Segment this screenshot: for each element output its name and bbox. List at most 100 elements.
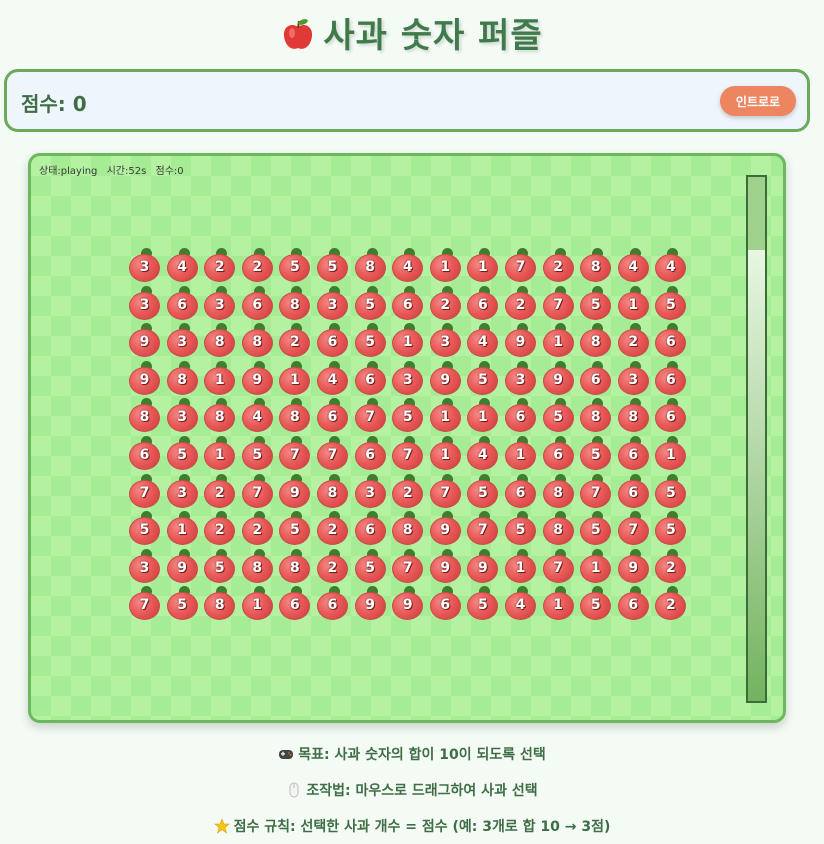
apple-cell[interactable]: 6 (655, 323, 687, 358)
apple-cell[interactable]: 7 (505, 248, 537, 282)
apple-cell[interactable]: 6 (655, 360, 687, 395)
apple-cell[interactable]: 3 (505, 360, 537, 395)
apple-cell[interactable]: 9 (505, 323, 537, 358)
apple-cell[interactable]: 1 (467, 248, 499, 282)
apple-cell[interactable]: 5 (655, 285, 687, 320)
apple-cell[interactable]: 6 (241, 285, 274, 320)
apple-cell[interactable]: 6 (505, 398, 537, 433)
apple-cell[interactable]: 2 (429, 285, 462, 320)
apple-cell[interactable]: 6 (354, 360, 387, 395)
apple-cell[interactable]: 6 (279, 586, 311, 621)
apple-cell[interactable]: 2 (655, 548, 687, 583)
apple-cell[interactable]: 2 (542, 248, 575, 282)
apple-cell[interactable]: 8 (542, 473, 575, 508)
apple-cell[interactable]: 8 (204, 398, 236, 433)
apple-cell[interactable]: 1 (429, 398, 462, 433)
apple-cell[interactable]: 1 (166, 511, 199, 546)
apple-cell[interactable]: 2 (241, 248, 274, 282)
apple-cell[interactable]: 2 (317, 511, 349, 546)
apple-cell[interactable]: 6 (317, 586, 349, 621)
apple-cell[interactable]: 3 (129, 548, 161, 583)
apple-cell[interactable]: 9 (279, 473, 311, 508)
apple-cell[interactable]: 9 (166, 548, 199, 583)
apple-cell[interactable]: 8 (354, 248, 387, 282)
apple-cell[interactable]: 1 (580, 548, 612, 583)
apple-cell[interactable]: 3 (429, 323, 462, 358)
apple-cell[interactable]: 1 (542, 586, 575, 621)
apple-cell[interactable]: 8 (204, 323, 236, 358)
apple-cell[interactable]: 4 (166, 248, 199, 282)
apple-cell[interactable]: 1 (204, 360, 236, 395)
apple-cell[interactable]: 9 (542, 360, 575, 395)
apple-cell[interactable]: 1 (617, 285, 650, 320)
apple-cell[interactable]: 6 (317, 398, 349, 433)
apple-cell[interactable]: 8 (317, 473, 349, 508)
apple-cell[interactable]: 2 (505, 285, 537, 320)
apple-cell[interactable]: 6 (166, 285, 199, 320)
apple-cell[interactable]: 8 (129, 398, 161, 433)
apple-cell[interactable]: 3 (317, 285, 349, 320)
apple-cell[interactable]: 7 (542, 285, 575, 320)
apple-cell[interactable]: 5 (354, 548, 387, 583)
apple-cell[interactable]: 8 (580, 248, 612, 282)
apple-cell[interactable]: 8 (542, 511, 575, 546)
apple-cell[interactable]: 2 (204, 473, 236, 508)
apple-cell[interactable]: 1 (429, 436, 462, 470)
apple-cell[interactable]: 5 (467, 473, 499, 508)
apple-cell[interactable]: 6 (354, 511, 387, 546)
apple-cell[interactable]: 4 (317, 360, 349, 395)
apple-cell[interactable]: 5 (655, 473, 687, 508)
apple-cell[interactable]: 9 (429, 548, 462, 583)
apple-cell[interactable]: 9 (467, 548, 499, 583)
apple-cell[interactable]: 7 (467, 511, 499, 546)
apple-cell[interactable]: 6 (617, 586, 650, 621)
apple-cell[interactable]: 8 (580, 398, 612, 433)
apple-cell[interactable]: 1 (392, 323, 424, 358)
game-board[interactable]: 상태:playing 시간:52s 점수:0 3 4 2 2 5 5 8 4 1 1 7 2 8 4 4 3 6… (28, 153, 786, 723)
apple-cell[interactable]: 6 (354, 436, 387, 470)
apple-cell[interactable]: 6 (617, 436, 650, 470)
apple-cell[interactable]: 2 (279, 323, 311, 358)
apple-cell[interactable]: 7 (279, 436, 311, 470)
apple-cell[interactable]: 6 (542, 436, 575, 470)
apple-cell[interactable]: 7 (317, 436, 349, 470)
apple-cell[interactable]: 8 (279, 398, 311, 433)
apple-cell[interactable]: 4 (392, 248, 424, 282)
apple-cell[interactable]: 2 (655, 586, 687, 621)
apple-cell[interactable]: 5 (129, 511, 161, 546)
apple-cell[interactable]: 1 (241, 586, 274, 621)
apple-cell[interactable]: 6 (617, 473, 650, 508)
apple-cell[interactable]: 9 (129, 323, 161, 358)
apple-cell[interactable]: 1 (279, 360, 311, 395)
apple-cell[interactable]: 2 (617, 323, 650, 358)
apple-cell[interactable]: 8 (392, 511, 424, 546)
apple-cell[interactable]: 5 (166, 586, 199, 621)
apple-cell[interactable]: 1 (467, 398, 499, 433)
apple-cell[interactable]: 3 (617, 360, 650, 395)
apple-cell[interactable]: 8 (580, 323, 612, 358)
apple-cell[interactable]: 1 (542, 323, 575, 358)
apple-cell[interactable]: 3 (129, 248, 161, 282)
apple-cell[interactable]: 7 (354, 398, 387, 433)
apple-cell[interactable]: 6 (655, 398, 687, 433)
apple-cell[interactable]: 7 (542, 548, 575, 583)
apple-cell[interactable]: 5 (354, 285, 387, 320)
apple-cell[interactable]: 5 (204, 548, 236, 583)
apple-cell[interactable]: 5 (580, 436, 612, 470)
apple-cell[interactable]: 6 (392, 285, 424, 320)
apple-cell[interactable]: 3 (129, 285, 161, 320)
apple-cell[interactable]: 5 (580, 285, 612, 320)
apple-cell[interactable]: 3 (166, 473, 199, 508)
apple-cell[interactable]: 8 (204, 586, 236, 621)
apple-cell[interactable]: 3 (354, 473, 387, 508)
apple-cell[interactable]: 9 (241, 360, 274, 395)
apple-cell[interactable]: 6 (129, 436, 161, 470)
apple-cell[interactable]: 4 (467, 436, 499, 470)
apple-cell[interactable]: 5 (467, 360, 499, 395)
apple-cell[interactable]: 6 (317, 323, 349, 358)
apple-cell[interactable]: 8 (279, 285, 311, 320)
apple-cell[interactable]: 7 (241, 473, 274, 508)
apple-cell[interactable]: 2 (204, 248, 236, 282)
apple-cell[interactable]: 4 (241, 398, 274, 433)
intro-button[interactable]: 인트로로 (720, 86, 796, 116)
